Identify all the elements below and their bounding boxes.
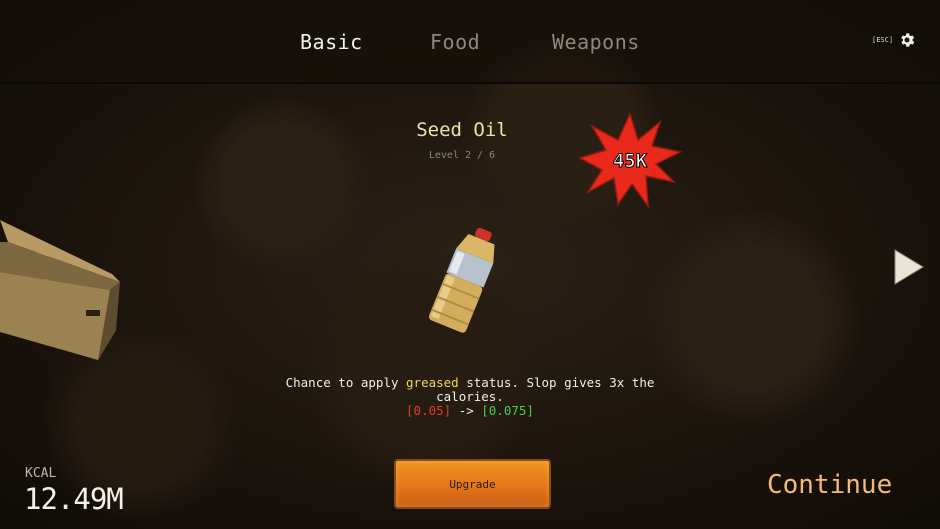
upgrade-button[interactable]: Upgrade — [394, 459, 551, 509]
esc-hint: [ESC] — [872, 36, 894, 44]
trough-item-model — [0, 220, 120, 360]
new-value: [0.075] — [481, 403, 534, 418]
item-description: Chance to apply greased status. Slop giv… — [270, 376, 670, 418]
tab-food[interactable]: Food — [430, 30, 480, 54]
continue-button[interactable]: Continue — [767, 470, 892, 500]
description-text-1: Chance to apply — [285, 375, 407, 390]
description-text-2: status. Slop gives 3x the calories. — [436, 375, 655, 404]
cost-burst-badge: 45K — [578, 112, 682, 208]
value-arrow: -> — [451, 403, 482, 418]
description-highlight: greased — [406, 375, 459, 390]
seed-oil-bottle-model — [428, 227, 495, 333]
next-arrow[interactable] — [893, 248, 925, 286]
top-bar: Basic Food Weapons [ESC] — [0, 0, 940, 84]
item-level: Level 2 / 6 — [428, 150, 496, 161]
cost-label: 45K — [613, 150, 648, 172]
tab-weapons[interactable]: Weapons — [552, 30, 640, 54]
kcal-label: KCAL — [25, 466, 57, 481]
gear-icon[interactable] — [898, 31, 916, 49]
old-value: [0.05] — [406, 403, 452, 418]
upgrade-label: Upgrade — [449, 477, 496, 491]
item-name: Seed Oil — [416, 119, 508, 141]
tab-basic[interactable]: Basic — [300, 30, 363, 54]
kcal-value: 12.49M — [24, 482, 124, 516]
